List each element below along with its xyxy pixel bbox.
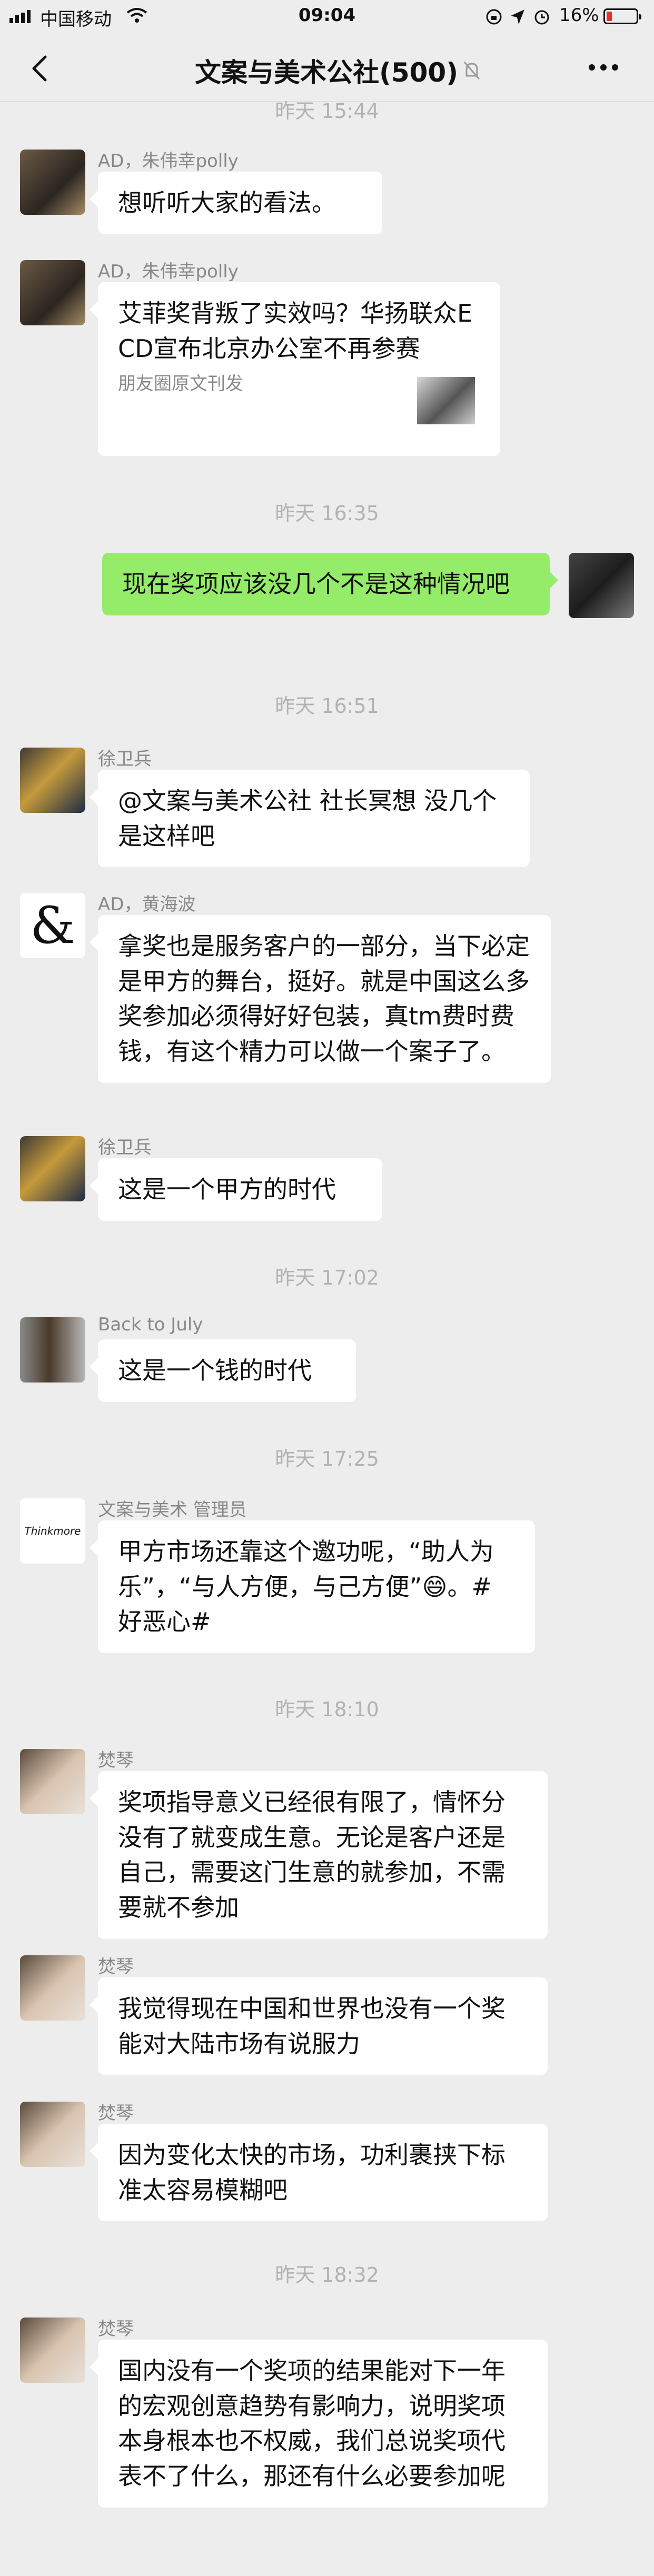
message-bubble[interactable]: 这是一个钱的时代 [90,1339,356,1402]
message-bubble[interactable]: 我觉得现在中国和世界也没有一个奖能对大陆市场有说服力 [90,1977,548,2075]
avatar-logo: & [30,896,75,955]
sender-name: 焚琴 [98,1956,134,1977]
avatar[interactable]: & [20,893,85,958]
bell-off-icon [463,62,480,79]
link-card[interactable]: 艾菲奖背叛了实效吗？华扬联众ECD宣布北京办公室不再参赛 朋友圈原文刊发 [90,282,500,456]
battery-icon [603,8,641,24]
avatar[interactable] [20,1136,85,1201]
avatar[interactable] [569,553,634,618]
message-bubble[interactable]: 国内没有一个奖项的结果能对下一年的宏观创意趋势有影响力，说明奖项本身根本也不权威… [90,2340,548,2508]
sender-name: Back to July [98,1314,203,1335]
avatar-logo: Thinkmore [24,1525,81,1537]
timestamp: 昨天 17:25 [275,1447,379,1470]
chat-area[interactable]: 昨天 15:44 AD，朱伟幸polly 想听听大家的看法。 AD，朱伟幸pol… [0,100,654,2576]
battery-percent: 16% [559,5,599,26]
timestamp: 昨天 15:44 [275,100,379,123]
timestamp: 昨天 18:32 [275,2263,379,2286]
message-bubble[interactable]: 现在奖项应该没几个不是这种情况吧 [102,553,558,615]
message-bubble[interactable]: 拿奖也是服务客户的一部分，当下必定是甲方的舞台，挺好。就是中国这么多奖参加必须得… [90,915,551,1083]
avatar[interactable] [20,2102,85,2167]
sender-name: AD，黄海波 [98,894,196,915]
status-time: 09:04 [298,5,356,26]
timestamp: 昨天 16:35 [275,502,379,525]
sender-name: 焚琴 [98,2319,134,2340]
avatar[interactable] [20,260,85,325]
message-bubble[interactable]: 甲方市场还靠这个邀功呢，“助人为乐”，“与人方便，与己方便”😄。#好恶心# [90,1520,535,1654]
avatar[interactable] [20,1749,85,1814]
message-bubble[interactable]: 因为变化太快的市场，功利裹挟下标准太容易模糊吧 [90,2124,548,2222]
more-dots-icon[interactable] [588,63,619,72]
sender-name: AD，朱伟幸polly [98,151,239,172]
avatar[interactable] [20,748,85,813]
timestamp: 昨天 18:10 [275,1698,379,1721]
timestamp: 昨天 17:02 [275,1266,379,1289]
chat-title: 文案与美术公社(500) [195,57,459,88]
sender-name: 焚琴 [98,2103,134,2124]
status-bar: 中国移动 09:04 16% [0,0,654,34]
avatar[interactable] [20,2318,85,2383]
avatar[interactable]: Thinkmore [20,1498,85,1564]
sender-name: 焚琴 [98,1750,134,1771]
message-bubble[interactable]: 奖项指导意义已经很有限了，情怀分没有了就变成生意。无论是客户还是自己，需要这门生… [90,1771,548,1939]
message-bubble[interactable]: 这是一个甲方的时代 [90,1158,382,1221]
chevron-left-icon[interactable] [29,55,48,82]
avatar[interactable] [20,1317,85,1383]
sender-name: 徐卫兵 [98,1137,152,1158]
avatar[interactable] [20,150,85,215]
timestamp: 昨天 16:51 [275,694,379,718]
avatar[interactable] [20,1955,85,2021]
card-title: 艾菲奖背叛了实效吗？华扬联众ECD宣布北京办公室不再参赛 [118,299,473,363]
nav-bar: 文案与美术公社(500) [0,34,654,102]
sender-name: 徐卫兵 [98,749,152,770]
location-icon [511,9,524,24]
message-bubble[interactable]: 想听听大家的看法。 [90,172,382,234]
card-thumbnail [417,377,475,424]
sender-name: AD，朱伟幸polly [98,261,239,282]
alarm-icon [534,10,549,25]
sender-name: 文案与美术 管理员 [98,1499,247,1520]
lock-rotation-icon [486,9,502,25]
message-bubble[interactable]: @文案与美术公社 社长冥想 没几个是这样吧 [90,770,530,868]
